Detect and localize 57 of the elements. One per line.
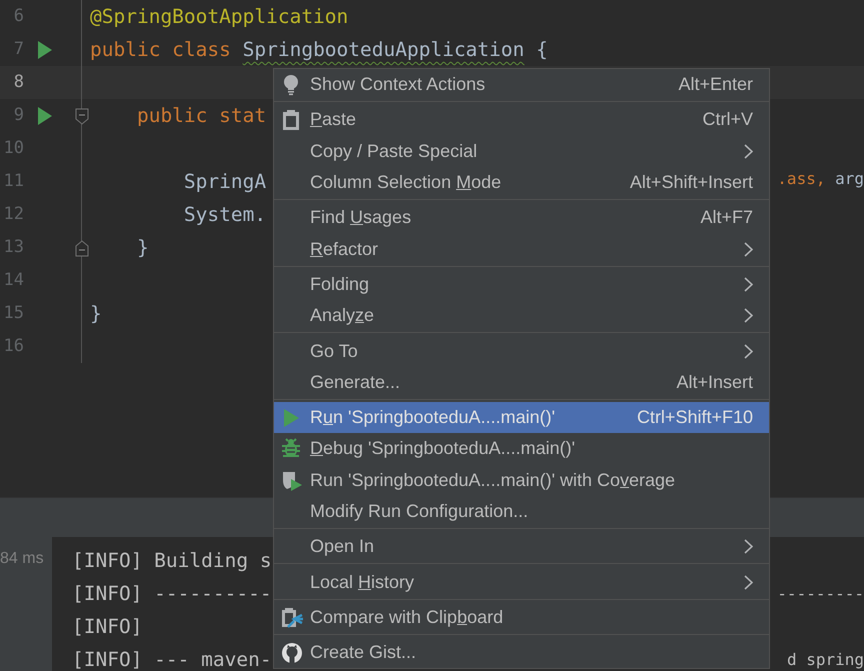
run-icon[interactable] [38,106,52,124]
console-line: --------- [777,582,864,604]
line-number: 16 [2,334,24,358]
code-text: } [90,302,102,325]
code-text: SpringA [182,170,266,193]
line-number: 6 [12,4,24,28]
line-number: 13 [2,236,24,259]
line-number: 14 [2,268,24,292]
code-text: System. [182,202,266,226]
line-number: 15 [2,302,24,325]
menu-item[interactable]: Modify Run Configuration... [274,496,769,528]
code-text: public class [90,38,232,61]
menu-item[interactable]: Run 'SpringbooteduA....main()' Ctrl+Shift+F10 [274,402,769,434]
clipboard-icon [281,109,301,132]
code-text: SpringbooteduApplication [242,38,524,61]
menu-item[interactable]: Run 'SpringbooteduA....main()' with Coverage [274,464,769,496]
menu-item[interactable]: Compare with Clipboard [274,602,769,634]
line-number: 9 [12,104,24,127]
console-line: [INFO] --- maven- [72,646,272,671]
duration-text: 84 ms [0,537,52,671]
line-number: 11 [2,170,24,193]
line-number: 7 [12,38,24,61]
fold-icon[interactable] [75,108,89,125]
compare-clipboard-icon [281,606,303,629]
menu-item[interactable]: Local History [274,566,769,598]
shield-play-icon [281,470,303,492]
menu-item[interactable]: Analyze [274,300,769,332]
menu-item[interactable]: Go To [274,335,769,367]
menu-item[interactable]: Paste Ctrl+V [274,104,769,136]
menu-item[interactable]: Copy / Paste Special [274,136,769,167]
fold-icon[interactable] [75,240,89,257]
lightbulb-icon [281,74,301,96]
run-icon [281,406,301,429]
line-number: 12 [2,202,24,226]
code-text: arg [834,168,864,188]
run-icon[interactable] [38,40,52,58]
menu-item[interactable]: Debug 'SpringbooteduA....main()' [274,433,769,465]
menu-item[interactable]: Open In [274,531,769,562]
console-line: [INFO] [72,614,142,640]
line-number: 8 [12,70,24,94]
menu-item[interactable]: Show Context Actions Alt+Enter [274,69,769,100]
menu-item[interactable]: Folding [274,268,769,300]
menu-item[interactable]: Refactor [274,233,769,265]
code-text: public stat [136,104,266,127]
github-icon [281,642,303,664]
code-text: @SpringBootApplication [90,4,348,28]
line-number: 10 [2,136,24,160]
console-line: [INFO] Building s [72,548,272,574]
menu-item[interactable]: Find Usages Alt+F7 [274,202,769,234]
menu-item[interactable]: Create Gist... [274,637,769,668]
console-line: [INFO] ---------- [72,580,272,607]
console-line: d spring [786,648,864,670]
code-text: } [136,236,149,259]
menu-item[interactable]: Generate... Alt+Insert [274,366,769,398]
code-text: { [535,38,548,61]
code-text: .ass, [777,168,826,188]
menu-item[interactable]: Column Selection Mode Alt+Shift+Insert [274,166,769,198]
